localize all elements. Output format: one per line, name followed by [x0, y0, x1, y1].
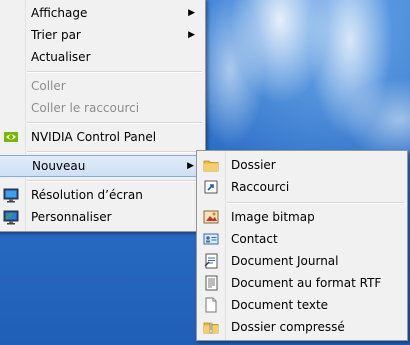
menu-item-coller-raccourci[interactable]: Coller le raccourci: [0, 97, 203, 119]
submenu-item-document-rtf[interactable]: Document au format RTF: [199, 272, 405, 294]
journal-icon: [203, 253, 219, 269]
submenu-item-label: Document au format RTF: [231, 276, 382, 290]
menu-item-label: Actualiser: [31, 50, 91, 64]
submenu-item-raccourci[interactable]: Raccourci: [199, 176, 405, 198]
submenu-arrow-icon: ▶: [188, 8, 195, 18]
submenu-item-label: Raccourci: [231, 180, 290, 194]
context-menu: Affichage ▶ Trier par ▶ Actualiser Colle…: [0, 0, 206, 232]
menu-item-actualiser[interactable]: Actualiser: [0, 46, 203, 68]
menu-item-label: Trier par: [31, 28, 81, 42]
contact-icon: [203, 231, 219, 247]
bitmap-icon: [203, 209, 219, 225]
submenu-item-label: Dossier: [231, 158, 276, 172]
menu-item-label: Coller: [31, 79, 66, 93]
submenu-item-dossier[interactable]: Dossier: [199, 154, 405, 176]
display-icon: [3, 187, 19, 203]
shortcut-icon: [203, 179, 219, 195]
zip-folder-icon: [203, 319, 219, 335]
menu-item-label: NVIDIA Control Panel: [31, 130, 157, 144]
menu-separator: [27, 180, 202, 182]
text-document-icon: [203, 297, 219, 313]
submenu-arrow-icon: ▶: [187, 161, 194, 171]
submenu-item-label: Document Journal: [231, 254, 339, 268]
menu-separator: [27, 151, 202, 153]
menu-separator: [227, 202, 404, 204]
submenu-item-image-bitmap[interactable]: Image bitmap: [199, 206, 405, 228]
submenu-item-contact[interactable]: Contact: [199, 228, 405, 250]
submenu-item-document-texte[interactable]: Document texte: [199, 294, 405, 316]
personalize-icon: [3, 209, 19, 225]
menu-separator: [27, 122, 202, 124]
menu-item-personnaliser[interactable]: Personnaliser: [0, 206, 203, 228]
menu-separator: [27, 71, 202, 73]
menu-item-label: Résolution d’écran: [31, 188, 143, 202]
folder-icon: [203, 157, 219, 173]
submenu-item-label: Contact: [231, 232, 278, 246]
menu-item-label: Coller le raccourci: [31, 101, 140, 115]
menu-item-label: Personnaliser: [31, 210, 112, 224]
menu-item-nouveau[interactable]: Nouveau ▶: [0, 155, 203, 177]
menu-item-label: Affichage: [31, 6, 88, 20]
submenu-item-label: Dossier compressé: [231, 320, 345, 334]
menu-item-resolution-ecran[interactable]: Résolution d’écran: [0, 184, 203, 206]
submenu-item-label: Image bitmap: [231, 210, 315, 224]
nvidia-icon: [3, 129, 19, 145]
menu-item-trier-par[interactable]: Trier par ▶: [0, 24, 203, 46]
submenu-arrow-icon: ▶: [188, 30, 195, 40]
menu-item-nvidia-control-panel[interactable]: NVIDIA Control Panel: [0, 126, 203, 148]
new-submenu: Dossier Raccourci Image bitmap Contact D…: [196, 150, 408, 341]
submenu-item-document-journal[interactable]: Document Journal: [199, 250, 405, 272]
rtf-icon: [203, 275, 219, 291]
submenu-item-dossier-compresse[interactable]: Dossier compressé: [199, 316, 405, 338]
menu-item-coller[interactable]: Coller: [0, 75, 203, 97]
menu-item-label: Nouveau: [32, 159, 86, 173]
menu-item-affichage[interactable]: Affichage ▶: [0, 2, 203, 24]
submenu-item-label: Document texte: [231, 298, 329, 312]
